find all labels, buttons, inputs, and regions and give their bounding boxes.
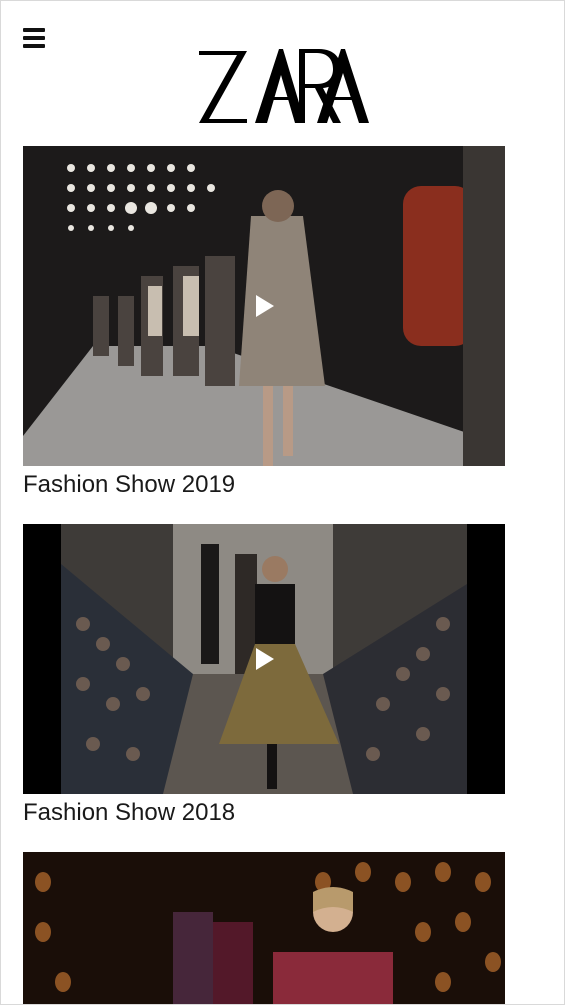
video-thumbnail[interactable] [23,852,505,1004]
video-thumbnail[interactable] [23,146,505,466]
video-card[interactable]: Fashion Show 2018 [23,524,505,828]
video-card[interactable] [23,852,505,1004]
app-frame: Fashion Show 2019 Fashion Show 2018 [0,0,565,1005]
video-thumbnail[interactable] [23,524,505,794]
zara-logo[interactable] [195,45,371,127]
runway-photo [23,852,505,1004]
play-icon[interactable] [251,293,277,319]
video-title[interactable]: Fashion Show 2018 [23,798,505,828]
video-title[interactable]: Fashion Show 2019 [23,470,505,500]
play-icon[interactable] [251,646,277,672]
hamburger-menu-icon[interactable] [23,27,47,49]
video-card[interactable]: Fashion Show 2019 [23,146,505,500]
